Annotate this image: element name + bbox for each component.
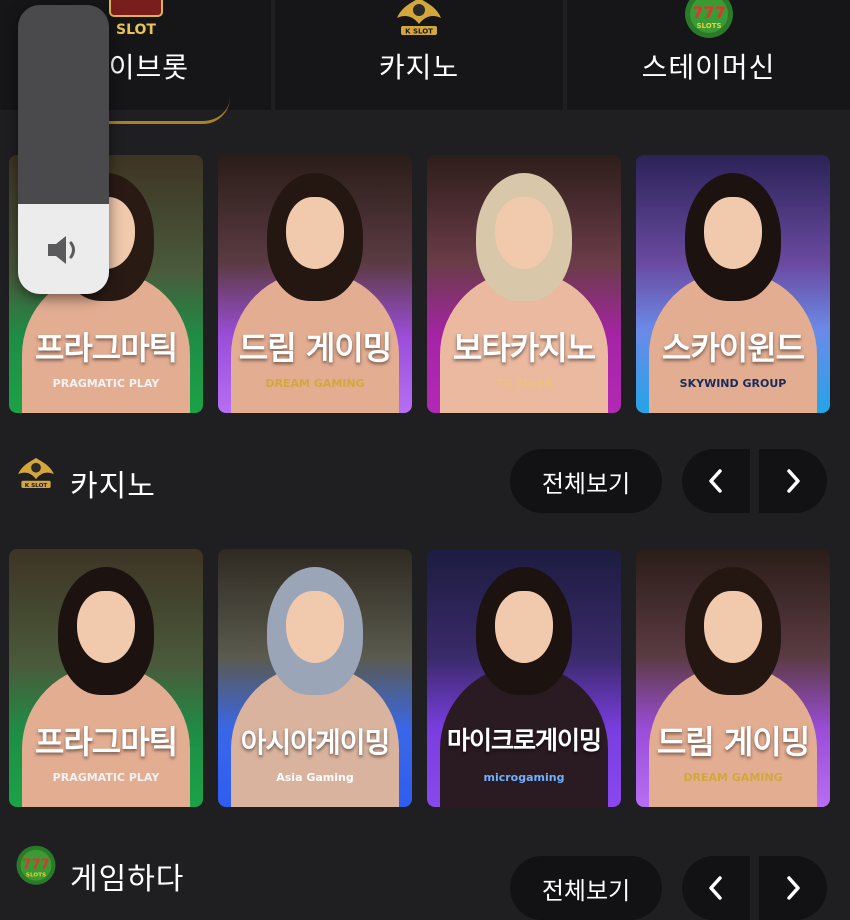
svg-text:K SLOT: K SLOT	[25, 483, 48, 489]
provider-logo: PRAGMATIC PLAY	[52, 771, 160, 784]
card-title: 드림 게이밍	[238, 329, 392, 367]
casino-provider-row: 프라그마틱 PRAGMATIC PLAY 아시아게이밍 Asia Gaming …	[9, 549, 830, 807]
card-title: 스카이윈드	[661, 329, 805, 367]
provider-logo: DREAM GAMING	[265, 377, 365, 390]
next-button[interactable]	[759, 449, 827, 513]
svg-text:SLOTS: SLOTS	[26, 873, 46, 879]
svg-text:777: 777	[22, 857, 49, 872]
chevron-right-icon	[787, 876, 800, 900]
provider-logo: SKYWIND GROUP	[679, 377, 787, 390]
game-card-dream-gaming[interactable]: 드림 게이밍 DREAM GAMING	[636, 549, 830, 807]
casino-section-header: K SLOT 카지노 전체보기	[0, 449, 850, 519]
provider-logo: PRAGMATIC PLAY	[52, 377, 160, 390]
live-slot-logo: SLOT	[108, 0, 163, 38]
previous-button[interactable]	[682, 856, 750, 920]
card-title: 프라그마틱	[34, 329, 178, 367]
speaker-icon	[48, 236, 75, 264]
chevron-left-icon	[709, 876, 722, 900]
tab-casino[interactable]: K SLOT 카지노	[275, 0, 563, 110]
provider-logo: Asia Gaming	[276, 771, 354, 784]
card-title: 보타카지노	[452, 329, 596, 367]
game-card-asia-gaming[interactable]: 아시아게이밍 Asia Gaming	[218, 549, 412, 807]
next-button[interactable]	[759, 856, 827, 920]
svg-text:SLOT: SLOT	[116, 22, 156, 38]
view-all-button[interactable]: 전체보기	[510, 856, 662, 920]
chevron-right-icon	[787, 469, 800, 493]
game-section-header: 777 SLOTS 게임하다 전체보기	[0, 842, 850, 920]
provider-logo: DREAM GAMING	[683, 771, 783, 784]
card-title: 프라그마틱	[34, 723, 178, 761]
777-slots-logo: 777 SLOTS	[684, 0, 733, 38]
game-card-skywind[interactable]: 스카이윈드 SKYWIND GROUP	[636, 155, 830, 413]
card-title: 드림 게이밍	[656, 723, 810, 761]
chevron-left-icon	[709, 469, 722, 493]
card-title: 마이크로게이밍	[446, 726, 602, 755]
game-card-dream-gaming[interactable]: 드림 게이밍 DREAM GAMING	[218, 155, 412, 413]
game-card-bota-casino[interactable]: 보타카지노 TG TIGER	[427, 155, 621, 413]
section-title: 게임하다	[70, 862, 185, 897]
k-slot-logo: K SLOT	[397, 0, 441, 36]
category-tabs: SLOT 라이브롯 K SLOT 카지노 777 SLOTS 스테이머신	[0, 0, 850, 124]
section-title: 카지노	[70, 469, 156, 504]
777-slots-logo: 777 SLOTS	[16, 845, 56, 885]
k-slot-logo: K SLOT	[18, 457, 54, 489]
volume-slider[interactable]	[18, 5, 109, 294]
card-title: 아시아게이밍	[240, 726, 391, 759]
view-all-button[interactable]: 전체보기	[510, 449, 662, 513]
game-card-pragmatic[interactable]: 프라그마틱 PRAGMATIC PLAY	[9, 549, 203, 807]
previous-button[interactable]	[682, 449, 750, 513]
tab-slot-machine[interactable]: 777 SLOTS 스테이머신	[567, 0, 850, 110]
tab-label: 카지노	[378, 51, 460, 84]
provider-logo: microgaming	[483, 771, 565, 784]
svg-text:777: 777	[692, 3, 725, 22]
svg-text:SLOTS: SLOTS	[696, 22, 721, 30]
svg-text:K SLOT: K SLOT	[405, 28, 433, 36]
game-card-microgaming[interactable]: 마이크로게이밍 microgaming	[427, 549, 621, 807]
provider-row-top: 프라그마틱 PRAGMATIC PLAY 드림 게이밍 DREAM GAMING…	[9, 155, 830, 413]
tab-label: 스테이머신	[641, 51, 776, 84]
provider-logo: TG TIGER	[495, 377, 553, 390]
